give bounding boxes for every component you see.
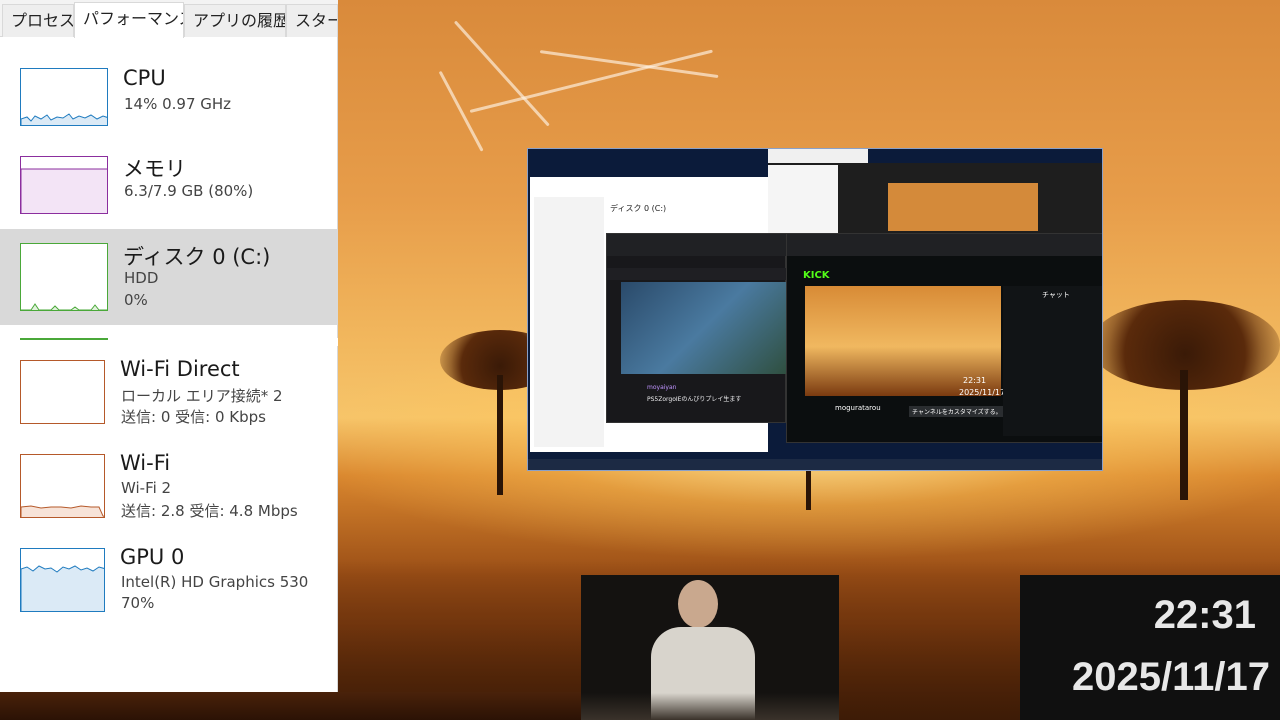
memory-usage: 6.3/7.9 GB (80%)	[124, 182, 254, 200]
memory-title: メモリ	[123, 157, 186, 181]
tree-trunk	[806, 470, 811, 510]
capture-file-explorer	[768, 165, 838, 233]
capture-kick-logo: KICK	[803, 270, 830, 281]
desktop-bottom-edge	[0, 692, 581, 720]
capture-chat-panel	[1003, 286, 1102, 436]
perf-item-cpu[interactable]: CPU 14% 0.97 GHz	[0, 55, 338, 140]
disk-graph	[20, 243, 108, 311]
tree-trunk	[497, 375, 503, 495]
capture-kick-clock: 22:31	[963, 376, 987, 385]
perf-item-disk[interactable]: ディスク 0 (C:) HDD 0%	[0, 229, 338, 325]
gpu-title: GPU 0	[120, 545, 185, 569]
gpu-model: Intel(R) HD Graphics 530	[121, 573, 309, 591]
cpu-title: CPU	[123, 66, 166, 90]
tab-bar: プロセス パフォーマンス アプリの履歴 スタートアップ	[0, 0, 338, 38]
disk-title: ディスク 0 (C:)	[123, 245, 271, 269]
wifi-graph-line	[21, 505, 104, 517]
tab-app-history[interactable]: アプリの履歴	[184, 4, 286, 37]
wifi-direct-adapter: ローカル エリア接続* 2	[121, 387, 283, 405]
gpu-graph	[20, 548, 105, 612]
task-manager-panel: プロセス パフォーマンス アプリの履歴 スタートアップ CPU 14% 0.97…	[0, 0, 338, 692]
wifi-direct-title: Wi-Fi Direct	[120, 357, 240, 381]
wifi-adapter: Wi-Fi 2	[121, 479, 172, 497]
capture-browser-kick: KICK 22:31 2025/11/17 moguratarou チャンネルを…	[786, 233, 1102, 443]
cpu-usage: 14% 0.97 GHz	[124, 95, 232, 113]
cpu-graph	[20, 68, 108, 126]
overlay-date: 2025/11/17	[1072, 655, 1270, 699]
memory-graph	[20, 156, 108, 214]
capture-customize-button: チャンネルをカスタマイズする。	[909, 406, 1005, 417]
wifi-direct-throughput: 送信: 0 受信: 0 Kbps	[121, 408, 266, 426]
list-scroll-edge	[0, 338, 338, 346]
screen-capture-preview: ディスク 0 (C:) PS5ZorgoIEのんびりプレイ生ます moyaiya…	[527, 148, 1103, 471]
gpu-graph-line	[21, 565, 104, 611]
capture-disk-label: ディスク 0 (C:)	[610, 204, 667, 213]
capture-media-player	[768, 149, 868, 163]
wifi-throughput: 送信: 2.8 受信: 4.8 Mbps	[121, 502, 298, 520]
wifi-title: Wi-Fi	[120, 451, 171, 475]
capture-game-video	[621, 282, 787, 374]
capture-streamer-name: moyaiyan	[647, 384, 677, 391]
disk-usage: 0%	[124, 291, 148, 309]
capture-stream-title: PS5ZorgoIEのんびりプレイ生ます	[647, 396, 742, 403]
capture-browser-twitch: PS5ZorgoIEのんびりプレイ生ます moyaiyan	[606, 233, 787, 423]
perf-item-gpu[interactable]: GPU 0 Intel(R) HD Graphics 530 70%	[0, 536, 338, 628]
sky-arrow-stroke	[453, 20, 550, 127]
disk-type: HDD	[124, 269, 159, 287]
capture-obs-thumb	[888, 183, 1038, 231]
person-head	[678, 580, 718, 628]
gpu-usage: 70%	[121, 594, 155, 612]
clock-overlay: 22:31 2025/11/17	[1020, 575, 1280, 720]
wifi-direct-graph	[20, 360, 105, 424]
capture-chat-title: チャット	[1042, 291, 1070, 299]
cpu-graph-line	[21, 113, 107, 125]
wifi-graph	[20, 454, 105, 518]
capture-taskbar	[528, 459, 1102, 470]
perf-item-wifi[interactable]: Wi-Fi Wi-Fi 2 送信: 2.8 受信: 4.8 Mbps	[0, 442, 338, 534]
tab-processes[interactable]: プロセス	[2, 4, 74, 37]
perf-item-memory[interactable]: メモリ 6.3/7.9 GB (80%)	[0, 142, 338, 227]
capture-kick-date: 2025/11/17	[959, 388, 1006, 397]
tab-startup[interactable]: スタートアップ	[286, 4, 338, 37]
disk-graph-line	[21, 303, 107, 310]
tree-trunk	[1180, 370, 1188, 500]
memory-graph-fill	[21, 168, 107, 213]
webcam-feed	[581, 575, 839, 720]
overlay-time: 22:31	[1153, 593, 1256, 637]
perf-item-wifi-direct[interactable]: Wi-Fi Direct ローカル エリア接続* 2 送信: 0 受信: 0 K…	[0, 348, 338, 440]
capture-channel-name: moguratarou	[835, 404, 881, 412]
tab-performance[interactable]: パフォーマンス	[74, 2, 184, 38]
